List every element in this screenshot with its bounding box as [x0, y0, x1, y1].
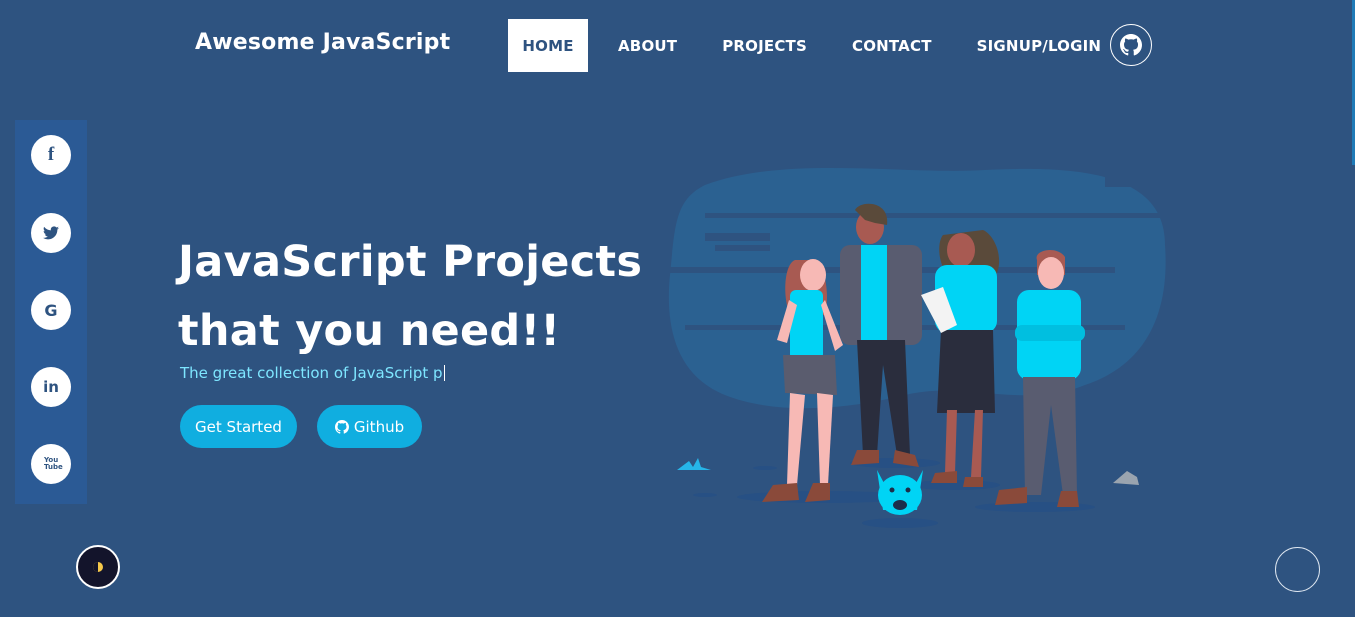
github-button[interactable]: Github: [317, 405, 422, 448]
google-button[interactable]: G: [31, 290, 71, 330]
hero-illustration: [665, 168, 1166, 528]
facebook-icon: f: [47, 144, 55, 165]
nav-about[interactable]: ABOUT: [603, 19, 692, 72]
youtube-button[interactable]: You Tube: [31, 444, 71, 484]
brand-logo[interactable]: Awesome JavaScript: [195, 30, 450, 55]
get-started-button[interactable]: Get Started: [180, 405, 297, 448]
github-icon: [1120, 34, 1142, 56]
hero-subtitle-text: The great collection of JavaScript p: [180, 364, 443, 382]
twitter-button[interactable]: [31, 213, 71, 253]
nav-home[interactable]: HOME: [508, 19, 588, 72]
twitter-icon: [43, 226, 59, 240]
facebook-button[interactable]: f: [31, 135, 71, 175]
hero-title: JavaScript Projects that you need!!: [178, 228, 648, 366]
github-button-label: Github: [353, 417, 405, 436]
linkedin-icon: in: [43, 378, 59, 396]
github-icon: [334, 419, 349, 434]
google-icon: G: [44, 300, 58, 320]
social-sidebar: f G in You Tube: [15, 120, 87, 504]
nav-github-button[interactable]: [1110, 24, 1152, 66]
main-nav: HOME ABOUT PROJECTS CONTACT SIGNUP/LOGIN: [508, 19, 1116, 72]
nav-projects[interactable]: PROJECTS: [707, 19, 822, 72]
typing-caret: [443, 365, 445, 381]
scroll-to-top-button[interactable]: [1275, 547, 1320, 592]
hero-title-line1: JavaScript Projects: [178, 237, 643, 287]
half-moon-icon: [93, 562, 103, 572]
nav-contact[interactable]: CONTACT: [837, 19, 947, 72]
youtube-icon: You Tube: [44, 456, 63, 471]
nav-signup-login[interactable]: SIGNUP/LOGIN: [962, 19, 1117, 72]
theme-toggle-button[interactable]: [76, 545, 120, 589]
linkedin-button[interactable]: in: [31, 367, 71, 407]
hero-subtitle: The great collection of JavaScript p: [180, 364, 445, 382]
hero-title-line2: that you need!!: [178, 306, 561, 356]
